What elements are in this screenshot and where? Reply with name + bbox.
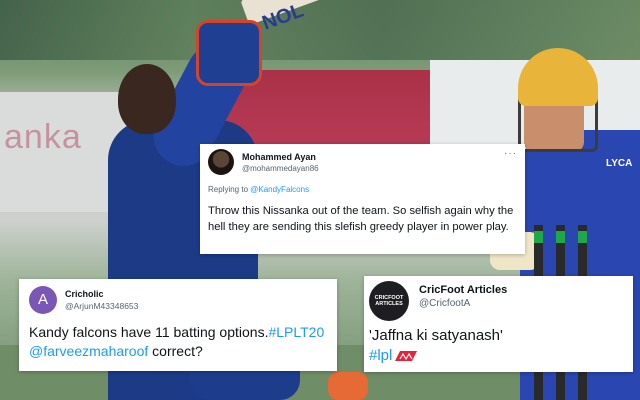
hashtag-link[interactable]: #LPLT20 (268, 324, 324, 340)
tweet-author-name[interactable]: CricFoot Articles (419, 284, 507, 296)
tweet-text-end: correct? (148, 343, 203, 359)
avatar[interactable]: A (29, 286, 57, 314)
hashtag-link[interactable]: #lpl (369, 347, 392, 364)
mention-link[interactable]: @farveezmaharoof (29, 343, 148, 359)
tweet-card-cricfoot-articles[interactable]: CRICFOOT ARTICLES CricFoot Articles @Cri… (364, 276, 633, 372)
tweet-text: Throw this Nissanka out of the team. So … (208, 205, 514, 233)
tweet-author-name[interactable]: Cricholic (65, 289, 104, 299)
avatar[interactable] (208, 149, 234, 175)
batsman-head (118, 64, 176, 134)
keeper-jersey-logo: LYCA (606, 158, 633, 169)
tweet-text: 'Jaffna ki satyanash' #lpl (369, 326, 629, 366)
tweet-author-name[interactable]: Mohammed Ayan (242, 152, 316, 162)
board-left-lettering: anka (4, 118, 82, 156)
tweet-author-handle[interactable]: @ArjunM43348653 (65, 301, 138, 311)
replying-to-label: Replying to (208, 185, 251, 194)
more-horizontal-icon[interactable]: ··· (504, 148, 517, 159)
batsman-glove (196, 20, 262, 86)
batsman-shoe (328, 372, 368, 400)
replying-to-line: Replying to @KandyFalcons (208, 185, 309, 194)
lpl-logo-icon (395, 351, 418, 362)
tweet-author-handle[interactable]: @CricfootA (419, 298, 470, 309)
tweet-text-main: Kandy falcons have 11 batting options. (29, 324, 269, 340)
tweet-text: Kandy falcons have 11 batting options.#L… (29, 323, 334, 361)
avatar[interactable]: CRICFOOT ARTICLES (369, 281, 409, 321)
tweet-card-mohammed-ayan[interactable]: Mohammed Ayan @mohammedayan86 ··· Replyi… (200, 144, 525, 254)
reply-to-mention-link[interactable]: @KandyFalcons (250, 185, 309, 194)
tweet-card-cricholic[interactable]: A Cricholic @ArjunM43348653 Kandy falcon… (19, 279, 337, 371)
tweet-author-handle[interactable]: @mohammedayan86 (242, 164, 319, 173)
avatar-logo-text: CRICFOOT ARTICLES (374, 294, 404, 308)
tweet-text-main: 'Jaffna ki satyanash' (369, 327, 503, 344)
